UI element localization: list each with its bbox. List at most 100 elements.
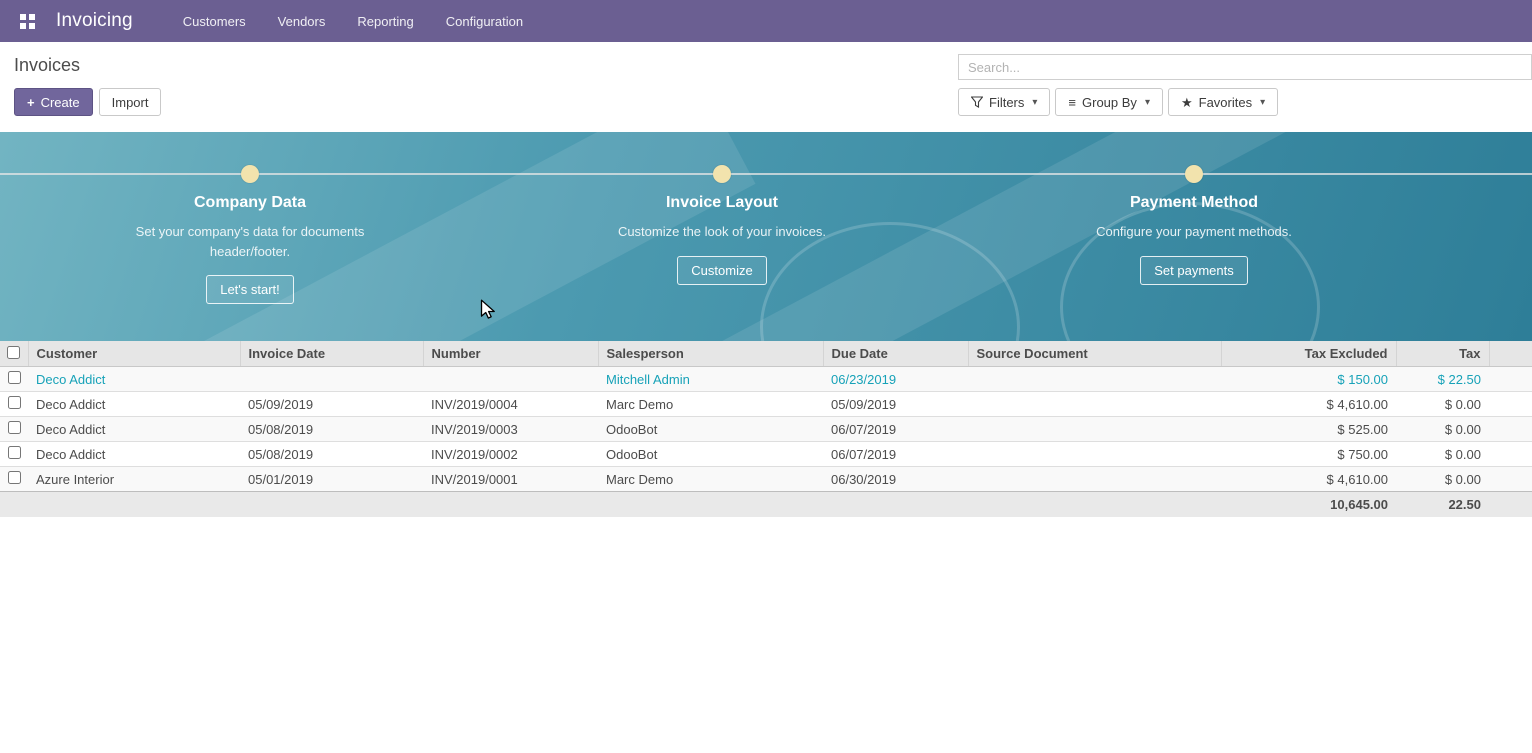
import-button[interactable]: Import <box>99 88 162 116</box>
cell-customer[interactable]: Deco Addict <box>28 367 240 392</box>
create-button[interactable]: + Create <box>14 88 93 116</box>
cell-customer[interactable]: Deco Addict <box>28 417 240 442</box>
plus-icon: + <box>27 95 35 110</box>
cell-number[interactable]: INV/2019/0003 <box>423 417 598 442</box>
cell-tax[interactable]: $ 0.00 <box>1396 442 1489 467</box>
row-checkbox[interactable] <box>8 421 21 434</box>
row-checkbox[interactable] <box>8 471 21 484</box>
step-dot-invoice-layout <box>713 165 731 183</box>
group-by-button[interactable]: ≡ Group By ▾ <box>1055 88 1163 116</box>
table-row[interactable]: Deco Addict 05/08/2019 INV/2019/0003 Odo… <box>0 417 1532 442</box>
cell-source-document[interactable] <box>968 467 1221 492</box>
cell-tax-excluded[interactable]: $ 525.00 <box>1221 417 1396 442</box>
cell-salesperson[interactable]: Mitchell Admin <box>598 367 823 392</box>
cell-source-document[interactable] <box>968 442 1221 467</box>
step-description: Set your company's data for documents he… <box>133 222 368 261</box>
table-row[interactable]: Deco Addict 05/08/2019 INV/2019/0002 Odo… <box>0 442 1532 467</box>
nav-menus: Customers Vendors Reporting Configuratio… <box>181 10 525 33</box>
cell-source-document[interactable] <box>968 392 1221 417</box>
customize-button[interactable]: Customize <box>677 256 766 285</box>
column-spacer <box>1489 341 1532 367</box>
table-row[interactable]: Azure Interior 05/01/2019 INV/2019/0001 … <box>0 467 1532 492</box>
app-name: Invoicing <box>56 10 133 32</box>
cell-tax-excluded[interactable]: $ 4,610.00 <box>1221 467 1396 492</box>
cell-spacer <box>1489 442 1532 467</box>
control-panel-right: Filters ▾ ≡ Group By ▾ ★ Favorites ▾ <box>958 54 1532 116</box>
menu-reporting[interactable]: Reporting <box>355 10 415 33</box>
favorites-button[interactable]: ★ Favorites ▾ <box>1168 88 1278 116</box>
menu-vendors[interactable]: Vendors <box>276 10 328 33</box>
cell-tax-excluded[interactable]: $ 750.00 <box>1221 442 1396 467</box>
cell-customer[interactable]: Deco Addict <box>28 392 240 417</box>
cell-due-date[interactable]: 06/30/2019 <box>823 467 968 492</box>
cell-due-date[interactable]: 06/07/2019 <box>823 442 968 467</box>
search-input[interactable] <box>958 54 1532 80</box>
cell-tax[interactable]: $ 0.00 <box>1396 467 1489 492</box>
group-by-button-label: Group By <box>1082 95 1137 110</box>
cell-invoice-date[interactable]: 05/08/2019 <box>240 417 423 442</box>
cell-number[interactable]: INV/2019/0002 <box>423 442 598 467</box>
cell-tax-excluded[interactable]: $ 4,610.00 <box>1221 392 1396 417</box>
apps-grid-icon <box>20 14 35 29</box>
filters-button[interactable]: Filters ▾ <box>958 88 1050 116</box>
onboarding-banner: Company Data Set your company's data for… <box>0 132 1532 341</box>
lets-start-button[interactable]: Let's start! <box>206 275 294 304</box>
cell-salesperson[interactable]: OdooBot <box>598 417 823 442</box>
create-button-label: Create <box>41 95 80 110</box>
cell-source-document[interactable] <box>968 367 1221 392</box>
cell-invoice-date[interactable]: 05/01/2019 <box>240 467 423 492</box>
cell-number[interactable]: INV/2019/0004 <box>423 392 598 417</box>
cell-salesperson[interactable]: Marc Demo <box>598 392 823 417</box>
cell-tax[interactable]: $ 0.00 <box>1396 417 1489 442</box>
menu-configuration[interactable]: Configuration <box>444 10 525 33</box>
set-payments-button[interactable]: Set payments <box>1140 256 1248 285</box>
invoice-table: Customer Invoice Date Number Salesperson… <box>0 341 1532 517</box>
select-all-checkbox[interactable] <box>7 346 20 359</box>
cell-invoice-date[interactable] <box>240 367 423 392</box>
step-dot-payment-method <box>1185 165 1203 183</box>
row-checkbox[interactable] <box>8 396 21 409</box>
column-header-number[interactable]: Number <box>423 341 598 367</box>
menu-customers[interactable]: Customers <box>181 10 248 33</box>
cell-due-date[interactable]: 06/23/2019 <box>823 367 968 392</box>
column-header-due-date[interactable]: Due Date <box>823 341 968 367</box>
onboarding-step-payment-method: Payment Method Configure your payment me… <box>1034 194 1354 285</box>
cell-invoice-date[interactable]: 05/09/2019 <box>240 392 423 417</box>
cell-tax[interactable]: $ 0.00 <box>1396 392 1489 417</box>
filters-button-label: Filters <box>989 95 1024 110</box>
cell-spacer <box>1489 392 1532 417</box>
cell-customer[interactable]: Azure Interior <box>28 467 240 492</box>
control-panel: Invoices + Create Import Filters <box>0 42 1532 132</box>
cell-invoice-date[interactable]: 05/08/2019 <box>240 442 423 467</box>
cell-number[interactable]: INV/2019/0001 <box>423 467 598 492</box>
onboarding-progress-line <box>0 173 1532 175</box>
step-title: Company Data <box>90 194 410 212</box>
cell-customer[interactable]: Deco Addict <box>28 442 240 467</box>
step-title: Invoice Layout <box>562 194 882 212</box>
cell-tax-excluded[interactable]: $ 150.00 <box>1221 367 1396 392</box>
cell-due-date[interactable]: 06/07/2019 <box>823 417 968 442</box>
column-header-tax[interactable]: Tax <box>1396 341 1489 367</box>
cell-tax[interactable]: $ 22.50 <box>1396 367 1489 392</box>
cell-salesperson[interactable]: Marc Demo <box>598 467 823 492</box>
column-header-source-document[interactable]: Source Document <box>968 341 1221 367</box>
cell-salesperson[interactable]: OdooBot <box>598 442 823 467</box>
column-header-invoice-date[interactable]: Invoice Date <box>240 341 423 367</box>
column-header-customer[interactable]: Customer <box>28 341 240 367</box>
cell-spacer <box>1489 467 1532 492</box>
cell-source-document[interactable] <box>968 417 1221 442</box>
row-checkbox[interactable] <box>8 371 21 384</box>
step-description: Customize the look of your invoices. <box>605 222 840 242</box>
step-dot-company-data <box>241 165 259 183</box>
star-icon: ★ <box>1181 96 1193 109</box>
cell-due-date[interactable]: 05/09/2019 <box>823 392 968 417</box>
action-buttons: + Create Import <box>14 88 161 116</box>
filter-icon <box>971 96 983 108</box>
table-row[interactable]: Deco Addict Mitchell Admin 06/23/2019 $ … <box>0 367 1532 392</box>
table-row[interactable]: Deco Addict 05/09/2019 INV/2019/0004 Mar… <box>0 392 1532 417</box>
row-checkbox[interactable] <box>8 446 21 459</box>
column-header-salesperson[interactable]: Salesperson <box>598 341 823 367</box>
column-header-tax-excluded[interactable]: Tax Excluded <box>1221 341 1396 367</box>
cell-number[interactable] <box>423 367 598 392</box>
apps-menu-button[interactable] <box>12 6 42 36</box>
